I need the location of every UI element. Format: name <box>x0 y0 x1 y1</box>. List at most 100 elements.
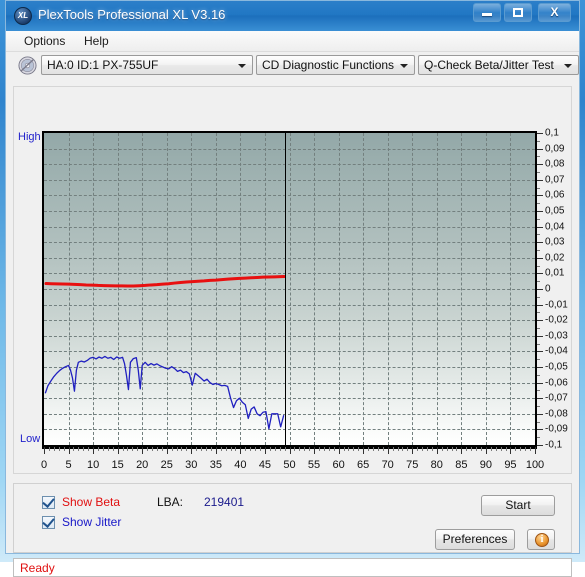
x-axis-tick-minor <box>348 447 350 451</box>
y-axis-label: 0,06 <box>545 189 565 201</box>
window-inner: XL PlexTools Professional XL V3.16 X Opt… <box>5 0 580 577</box>
info-icon: i <box>535 533 549 547</box>
x-axis-tick-minor <box>441 447 443 451</box>
x-axis-tick-minor <box>53 447 55 451</box>
test-select[interactable]: Q-Check Beta/Jitter Test <box>418 55 579 75</box>
close-button[interactable]: X <box>538 3 571 22</box>
x-axis-tick-minor <box>471 447 473 451</box>
x-axis-tick-minor <box>446 447 448 451</box>
y-axis-label: 0,09 <box>545 143 565 155</box>
y-axis-tick <box>537 257 543 259</box>
x-axis-tick-minor <box>520 447 522 451</box>
y-axis-tick <box>537 320 543 322</box>
x-axis-tick-minor <box>250 447 252 451</box>
y-axis-tick <box>537 429 543 431</box>
x-axis-tick-minor <box>201 447 203 451</box>
y-axis-tick-minor <box>537 359 540 361</box>
menu-item-options[interactable]: Options <box>18 33 71 49</box>
x-axis-tick-minor <box>260 447 262 451</box>
x-axis-label: 65 <box>357 459 370 471</box>
y-axis-tick <box>537 382 543 384</box>
y-axis-tick-minor <box>537 390 540 392</box>
x-axis-tick-minor <box>402 447 404 451</box>
x-axis-tick-minor <box>206 447 208 451</box>
x-axis-tick-minor <box>490 447 492 451</box>
x-axis-label: 50 <box>283 459 296 471</box>
show-beta-checkbox[interactable] <box>42 495 55 509</box>
x-axis-tick-minor <box>171 447 173 451</box>
drive-select-value: HA:0 ID:1 PX-755UF <box>47 58 159 72</box>
x-axis-tick-minor <box>88 447 90 451</box>
x-axis-tick-minor <box>210 447 212 451</box>
x-axis-tick-minor <box>220 447 222 451</box>
x-axis-tick <box>510 447 512 454</box>
test-select-value: Q-Check Beta/Jitter Test <box>424 58 554 72</box>
x-axis-tick-minor <box>480 447 482 451</box>
x-axis-tick-minor <box>515 447 517 451</box>
x-axis-tick-minor <box>102 447 104 451</box>
series-line-jitter <box>44 355 285 430</box>
y-axis-label: -0,01 <box>545 299 568 311</box>
chevron-down-icon <box>400 64 408 68</box>
x-axis-tick <box>191 447 193 454</box>
x-axis-tick-minor <box>269 447 271 451</box>
x-axis-tick-minor <box>294 447 296 451</box>
y-axis-tick <box>537 226 543 228</box>
chart-panel: High Low 0,1 0,09 0,08 0,07 0,06 0,05 0,04 0,03… <box>13 86 572 474</box>
y-axis-tick-minor <box>537 312 540 314</box>
show-jitter-checkbox[interactable] <box>42 515 55 529</box>
maximize-button[interactable] <box>504 3 532 22</box>
x-axis-tick-minor <box>500 447 502 451</box>
drive-select[interactable]: HA:0 ID:1 PX-755UF <box>41 55 253 75</box>
x-axis-tick-minor <box>382 447 384 451</box>
x-axis-tick-minor <box>78 447 80 451</box>
y-axis-label: 0,02 <box>545 252 565 264</box>
minimize-button[interactable] <box>473 3 501 22</box>
preferences-button[interactable]: Preferences <box>435 529 515 550</box>
x-axis-label: 100 <box>525 459 545 471</box>
function-select[interactable]: CD Diagnostic Functions <box>256 55 415 75</box>
y-axis-label: -0,06 <box>545 377 568 389</box>
check-icon <box>42 495 55 508</box>
x-axis-tick-minor <box>83 447 85 451</box>
y-axis-tick-minor <box>537 265 540 267</box>
x-axis-tick-minor <box>122 447 124 451</box>
x-axis-tick-minor <box>304 447 306 451</box>
x-axis-tick <box>240 447 242 454</box>
start-button[interactable]: Start <box>481 495 555 516</box>
x-axis-tick-minor <box>299 447 301 451</box>
x-axis-tick-minor <box>284 447 286 451</box>
app-logo-icon: XL <box>14 7 32 25</box>
y-axis-label: -0,02 <box>545 314 568 326</box>
x-axis-tick-minor <box>225 447 227 451</box>
x-axis-tick-minor <box>107 447 109 451</box>
y-axis-label: -0,07 <box>545 392 568 404</box>
y-axis-tick-minor <box>537 156 540 158</box>
y-axis-tick <box>537 413 543 415</box>
x-axis-tick-minor <box>309 447 311 451</box>
x-axis-tick-minor <box>426 447 428 451</box>
y-axis-tick-minor <box>537 281 540 283</box>
y-axis-label: -0,03 <box>545 330 568 342</box>
y-axis-tick <box>537 304 543 306</box>
x-axis-tick <box>535 447 536 454</box>
x-axis-tick <box>412 447 414 454</box>
x-axis-tick-minor <box>137 447 139 451</box>
x-axis-tick <box>314 447 316 454</box>
menu-item-help[interactable]: Help <box>78 33 115 49</box>
x-axis-tick-minor <box>417 447 419 451</box>
x-axis-tick-minor <box>392 447 394 451</box>
status-bar: Ready <box>13 558 572 577</box>
x-axis-tick-minor <box>422 447 424 451</box>
x-axis-tick-minor <box>152 447 154 451</box>
y-axis-tick-minor <box>537 140 540 142</box>
y-axis-label: -0,08 <box>545 408 568 420</box>
y-axis-label: 0,07 <box>545 174 565 186</box>
window-frame: XL PlexTools Professional XL V3.16 X Opt… <box>0 0 585 577</box>
y-axis-label: -0,1 <box>545 439 563 451</box>
x-axis-label: 0 <box>40 459 48 471</box>
y-axis-tick-minor <box>537 172 540 173</box>
x-axis-tick <box>461 447 463 454</box>
info-button[interactable]: i <box>527 529 555 550</box>
title-bar: XL PlexTools Professional XL V3.16 X <box>6 1 579 31</box>
